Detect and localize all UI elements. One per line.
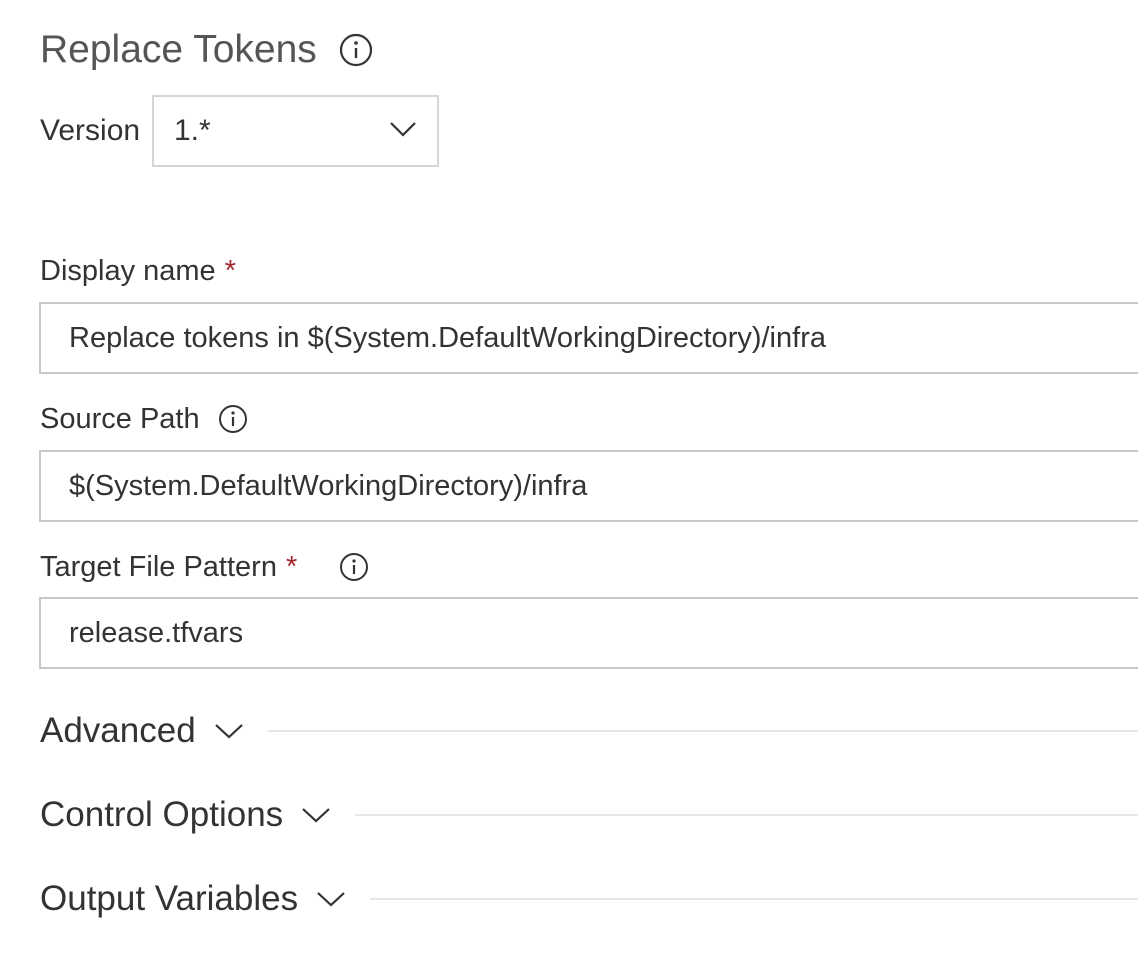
chevron-down-icon	[214, 722, 244, 740]
version-select-value: 1.*	[174, 114, 211, 147]
section-divider	[267, 730, 1138, 732]
version-select[interactable]: 1.*	[152, 95, 439, 167]
advanced-section-toggle[interactable]: Advanced	[40, 706, 1138, 756]
info-icon[interactable]	[218, 404, 248, 434]
section-divider	[355, 814, 1138, 816]
source-path-label-row: Source Path	[40, 399, 248, 439]
task-settings-panel: Replace Tokens Version 1.* Display name …	[0, 0, 1138, 969]
version-row: Version 1.*	[40, 95, 439, 167]
display-name-label: Display name	[40, 255, 216, 287]
version-label: Version	[40, 114, 141, 147]
output-variables-section-label: Output Variables	[40, 879, 299, 918]
chevron-down-icon	[389, 121, 417, 142]
source-path-label: Source Path	[40, 403, 200, 435]
info-icon[interactable]	[339, 552, 369, 582]
control-options-section-label: Control Options	[40, 795, 284, 834]
required-marker: *	[224, 255, 236, 287]
source-path-input[interactable]	[39, 450, 1138, 522]
advanced-section-label: Advanced	[40, 711, 196, 750]
target-file-pattern-label-row: Target File Pattern *	[40, 547, 369, 587]
chevron-down-icon	[316, 890, 346, 908]
display-name-input[interactable]	[39, 302, 1138, 374]
display-name-label-row: Display name *	[40, 251, 236, 291]
info-icon[interactable]	[339, 33, 373, 67]
section-divider	[370, 898, 1138, 900]
chevron-down-icon	[301, 806, 331, 824]
target-file-pattern-input[interactable]	[39, 597, 1138, 669]
required-marker: *	[285, 551, 298, 583]
task-header: Replace Tokens	[40, 24, 373, 76]
task-title: Replace Tokens	[40, 28, 317, 71]
control-options-section-toggle[interactable]: Control Options	[40, 790, 1138, 840]
output-variables-section-toggle[interactable]: Output Variables	[40, 874, 1138, 924]
target-file-pattern-label: Target File Pattern	[40, 551, 277, 583]
